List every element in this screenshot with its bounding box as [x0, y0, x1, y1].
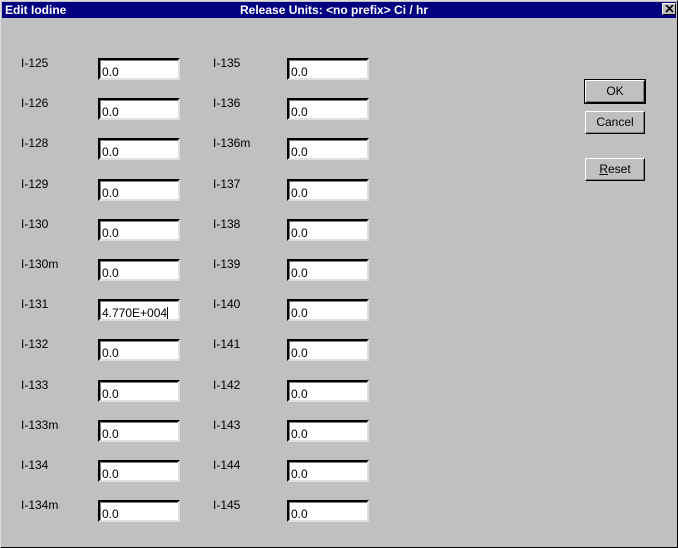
label-i-145: I-145: [213, 498, 241, 512]
label-i-143: I-143: [213, 418, 241, 432]
close-icon: [665, 5, 674, 13]
field-value: 0.0: [291, 145, 308, 159]
field-i-137[interactable]: 0.0: [287, 179, 369, 201]
field-i-136[interactable]: 0.0: [287, 98, 369, 120]
field-i-145[interactable]: 0.0: [287, 500, 369, 522]
title-bar[interactable]: Edit Iodine Release Units: <no prefix> C…: [2, 2, 676, 18]
label-i-131: I-131: [21, 297, 49, 311]
field-value: 0.0: [102, 266, 119, 280]
field-value: 4.770E+004: [102, 306, 168, 320]
field-value: 0.0: [102, 387, 119, 401]
field-i-138[interactable]: 0.0: [287, 219, 369, 241]
label-i-130m: I-130m: [21, 257, 59, 271]
field-i-130[interactable]: 0.0: [98, 219, 180, 241]
field-i-141[interactable]: 0.0: [287, 339, 369, 361]
field-i-129[interactable]: 0.0: [98, 179, 180, 201]
label-i-136: I-136: [213, 96, 241, 110]
field-i-144[interactable]: 0.0: [287, 460, 369, 482]
field-value: 0.0: [291, 467, 308, 481]
field-value: 0.0: [291, 346, 308, 360]
cancel-button[interactable]: Cancel: [585, 111, 645, 134]
field-value: 0.0: [102, 65, 119, 79]
field-value: 0.0: [102, 346, 119, 360]
label-i-140: I-140: [213, 297, 241, 311]
release-units-title: Release Units: <no prefix> Ci / hr: [240, 3, 429, 17]
field-value: 0.0: [102, 427, 119, 441]
text-caret: [167, 307, 169, 319]
field-i-133[interactable]: 0.0: [98, 380, 180, 402]
label-i-136m: I-136m: [213, 136, 251, 150]
field-value: 0.0: [102, 186, 119, 200]
field-value: 0.0: [102, 226, 119, 240]
field-i-125[interactable]: 0.0: [98, 58, 180, 80]
field-i-131[interactable]: 4.770E+004: [98, 299, 180, 321]
reset-button[interactable]: Reset: [585, 158, 645, 181]
field-value: 0.0: [291, 266, 308, 280]
reset-label: eset: [607, 162, 631, 176]
label-i-142: I-142: [213, 378, 241, 392]
edit-iodine-dialog: Edit Iodine Release Units: <no prefix> C…: [0, 0, 678, 548]
field-value: 0.0: [291, 186, 308, 200]
field-i-136m[interactable]: 0.0: [287, 138, 369, 160]
field-value: 0.0: [291, 226, 308, 240]
field-value: 0.0: [291, 306, 308, 320]
field-i-128[interactable]: 0.0: [98, 138, 180, 160]
field-value: 0.0: [291, 105, 308, 119]
field-value: 0.0: [102, 507, 119, 521]
field-i-142[interactable]: 0.0: [287, 380, 369, 402]
field-value: 0.0: [291, 387, 308, 401]
label-i-138: I-138: [213, 217, 241, 231]
field-i-133m[interactable]: 0.0: [98, 420, 180, 442]
field-value: 0.0: [291, 507, 308, 521]
field-i-135[interactable]: 0.0: [287, 58, 369, 80]
field-value: 0.0: [102, 467, 119, 481]
close-button[interactable]: [662, 3, 676, 15]
label-i-130: I-130: [21, 217, 49, 231]
field-i-134[interactable]: 0.0: [98, 460, 180, 482]
field-i-130m[interactable]: 0.0: [98, 259, 180, 281]
ok-button[interactable]: OK: [584, 79, 646, 104]
label-i-134m: I-134m: [21, 498, 59, 512]
label-i-126: I-126: [21, 96, 49, 110]
label-i-139: I-139: [213, 257, 241, 271]
dialog-title: Edit Iodine: [5, 3, 67, 17]
label-i-135: I-135: [213, 56, 241, 70]
field-value: 0.0: [102, 105, 119, 119]
field-i-132[interactable]: 0.0: [98, 339, 180, 361]
field-i-140[interactable]: 0.0: [287, 299, 369, 321]
label-i-125: I-125: [21, 56, 49, 70]
field-i-139[interactable]: 0.0: [287, 259, 369, 281]
field-value: 0.0: [291, 65, 308, 79]
label-i-129: I-129: [21, 177, 49, 191]
field-value: 0.0: [102, 145, 119, 159]
label-i-144: I-144: [213, 458, 241, 472]
label-i-134: I-134: [21, 458, 49, 472]
label-i-128: I-128: [21, 136, 49, 150]
label-i-132: I-132: [21, 337, 49, 351]
field-i-134m[interactable]: 0.0: [98, 500, 180, 522]
field-i-126[interactable]: 0.0: [98, 98, 180, 120]
label-i-133: I-133: [21, 378, 49, 392]
field-value: 0.0: [291, 427, 308, 441]
field-i-143[interactable]: 0.0: [287, 420, 369, 442]
reset-accelerator: R: [599, 162, 608, 176]
label-i-141: I-141: [213, 337, 241, 351]
label-i-133m: I-133m: [21, 418, 59, 432]
label-i-137: I-137: [213, 177, 241, 191]
